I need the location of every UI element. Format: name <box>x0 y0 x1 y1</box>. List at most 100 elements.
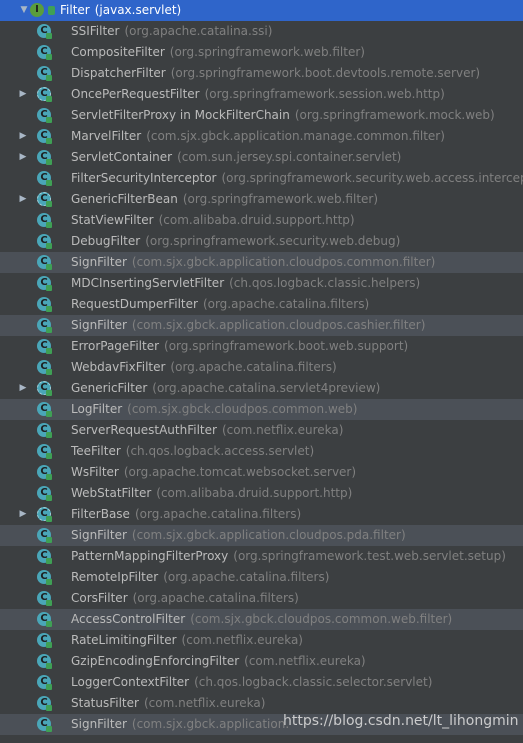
class-name: StatViewFilter <box>71 213 154 227</box>
tree-item[interactable]: C ServerRequestAuthFilter (com.netflix.eur… <box>0 420 523 441</box>
class-name: DebugFilter <box>71 234 141 248</box>
class-name: ServerRequestAuthFilter <box>71 423 217 437</box>
class-icon: C <box>37 150 52 165</box>
tree-item[interactable]: C LoggerContextFilter (ch.qos.logback.clas… <box>0 672 523 693</box>
expand-arrow-icon[interactable]: ▶ <box>17 378 29 399</box>
class-name: FilterBase <box>71 507 130 521</box>
tree-item[interactable]: ▶ C MarvelFilter (com.sjx.gbck.application.… <box>0 126 523 147</box>
class-name: LogFilter <box>71 402 123 416</box>
tree-item[interactable]: C TeeFilter (ch.qos.logback.access.servlet… <box>0 441 523 462</box>
tree-item[interactable]: C CorsFilter (org.apache.catalina.filters) <box>0 588 523 609</box>
root-package: (javax.servlet) <box>94 3 182 17</box>
class-name: MDCInsertingServletFilter <box>71 276 225 290</box>
package-name: (org.springframework.session.web.http) <box>204 87 445 101</box>
package-name: (com.sjx.gbck.application.cloudpos.cashi… <box>131 318 426 332</box>
class-name: GenericFilter <box>71 381 148 395</box>
tree-item[interactable]: C WsFilter (org.apache.tomcat.websocket.se… <box>0 462 523 483</box>
class-icon: C <box>37 171 52 186</box>
tree-item[interactable]: C ErrorPageFilter (org.springframework.boo… <box>0 336 523 357</box>
class-name: PatternMappingFilterProxy <box>71 549 229 563</box>
class-name: OncePerRequestFilter <box>71 87 200 101</box>
tree-item[interactable]: C GzipEncodingEnforcingFilter (com.netflix… <box>0 651 523 672</box>
tree-item[interactable]: C StatViewFilter (com.alibaba.druid.suppor… <box>0 210 523 231</box>
class-name: ServletContainer <box>71 150 173 164</box>
tree-item[interactable]: C SignFilter (com.sjx.gbck.application.clo… <box>0 252 523 273</box>
tree-item[interactable]: C AccessControlFilter (com.sjx.gbck.cloudp… <box>0 609 523 630</box>
class-icon: C <box>37 360 52 375</box>
package-name: (org.apache.catalina.filters) <box>134 507 302 521</box>
class-icon: C <box>37 612 52 627</box>
class-icon: C <box>37 465 52 480</box>
tree-item[interactable]: C WebStatFilter (com.alibaba.druid.support… <box>0 483 523 504</box>
package-name: (com.netflix.eureka) <box>181 633 303 647</box>
class-icon: C <box>37 213 52 228</box>
class-icon: C <box>37 444 52 459</box>
package-name: (com.netflix.eureka) <box>221 423 344 437</box>
class-icon: C <box>37 297 52 312</box>
tree-item[interactable]: C RequestDumperFilter (org.apache.catalina… <box>0 294 523 315</box>
interface-icon: I <box>30 3 45 18</box>
tree-item[interactable]: ▶ C ServletContainer (com.sun.jersey.spi.co… <box>0 147 523 168</box>
expand-arrow-icon[interactable]: ▶ <box>17 126 29 147</box>
tree-item[interactable]: ▶ C OncePerRequestFilter (org.springframewo… <box>0 84 523 105</box>
collapse-arrow-icon[interactable]: ▼ <box>18 0 30 21</box>
class-name: StatusFilter <box>71 696 139 710</box>
abstract-class-icon: C <box>37 192 52 207</box>
class-icon: C <box>37 45 52 60</box>
class-icon: C <box>37 129 52 144</box>
tree-item[interactable]: C PatternMappingFilterProxy (org.springfra… <box>0 546 523 567</box>
tree-item[interactable]: C SignFilter (com.sjx.gbck.application.clo… <box>0 315 523 336</box>
class-name: RequestDumperFilter <box>71 297 198 311</box>
tree-item[interactable]: C SignFilter (com.sjx.gbck.application.clo… <box>0 525 523 546</box>
class-name: SignFilter <box>71 318 127 332</box>
class-name: ServletFilterProxy in MockFilterChain <box>71 108 290 122</box>
tree-item[interactable]: C MDCInsertingServletFilter (ch.qos.logbac… <box>0 273 523 294</box>
class-name: GenericFilterBean <box>71 192 178 206</box>
tree-item[interactable]: C WebdavFixFilter (org.apache.catalina.fil… <box>0 357 523 378</box>
root-name: Filter <box>60 3 90 17</box>
class-name: TeeFilter <box>71 444 121 458</box>
package-name: (org.springframework.web.filter) <box>182 192 379 206</box>
package-name: (org.springframework.web.filter) <box>169 45 365 59</box>
tree-item[interactable]: C ServletFilterProxy in MockFilterChain (o… <box>0 105 523 126</box>
tree-item[interactable]: C RateLimitingFilter (com.netflix.eureka) <box>0 630 523 651</box>
package-name: (com.sjx.gbck.application.cloudpos.commo… <box>131 255 436 269</box>
class-name: MarvelFilter <box>71 129 142 143</box>
package-name: (org.springframework.mock.web) <box>294 108 495 122</box>
class-name: SignFilter <box>71 528 127 542</box>
package-name: (com.alibaba.druid.support.http) <box>158 213 355 227</box>
class-icon: C <box>37 66 52 81</box>
tree-item[interactable]: C DispatcherFilter (org.springframework.bo… <box>0 63 523 84</box>
tree-item[interactable]: ▶ C GenericFilter (org.apache.catalina.serv… <box>0 378 523 399</box>
tree-item[interactable]: C FilterSecurityInterceptor (org.springfra… <box>0 168 523 189</box>
tree-item[interactable]: C LogFilter (com.sjx.gbck.cloudpos.common.… <box>0 399 523 420</box>
tree-item[interactable]: ▶ C GenericFilterBean (org.springframework.… <box>0 189 523 210</box>
class-icon: C <box>37 696 52 711</box>
tree-item[interactable]: C CompositeFilter (org.springframework.web… <box>0 42 523 63</box>
tree-root-row[interactable]: ▼ I Filter (javax.servlet) <box>0 0 523 21</box>
expand-arrow-icon[interactable]: ▶ <box>17 147 29 168</box>
class-name: GzipEncodingEnforcingFilter <box>71 654 240 668</box>
tree-item[interactable]: C RemoteIpFilter (org.apache.catalina.filt… <box>0 567 523 588</box>
package-name: (ch.qos.logback.access.servlet) <box>125 444 315 458</box>
package-name: (ch.qos.logback.classic.selector.servlet… <box>194 675 433 689</box>
expand-arrow-icon[interactable]: ▶ <box>17 84 29 105</box>
class-icon: C <box>37 276 52 291</box>
expand-arrow-icon[interactable]: ▶ <box>17 189 29 210</box>
class-name: CompositeFilter <box>71 45 165 59</box>
class-icon: C <box>37 108 52 123</box>
abstract-class-icon: C <box>37 381 52 396</box>
package-name: (com.sjx.gbck.cloudpos.common.web.filter… <box>190 612 453 626</box>
tree-item[interactable]: C SSIFilter (org.apache.catalina.ssi) <box>0 21 523 42</box>
package-name: (com.sjx.gbck.application.manage.common.… <box>146 129 445 143</box>
class-name: CorsFilter <box>71 591 128 605</box>
tree-item[interactable]: C DebugFilter (org.springframework.securit… <box>0 231 523 252</box>
class-icon: C <box>37 591 52 606</box>
tree-item[interactable]: ▶ C FilterBase (org.apache.catalina.filters… <box>0 504 523 525</box>
class-name: FilterSecurityInterceptor <box>71 171 217 185</box>
expand-arrow-icon[interactable]: ▶ <box>17 504 29 525</box>
class-icon: C <box>37 486 52 501</box>
package-name: (org.apache.catalina.filters) <box>132 591 299 605</box>
tree-item[interactable]: C StatusFilter (com.netflix.eureka) <box>0 693 523 714</box>
class-name: ErrorPageFilter <box>71 339 160 353</box>
